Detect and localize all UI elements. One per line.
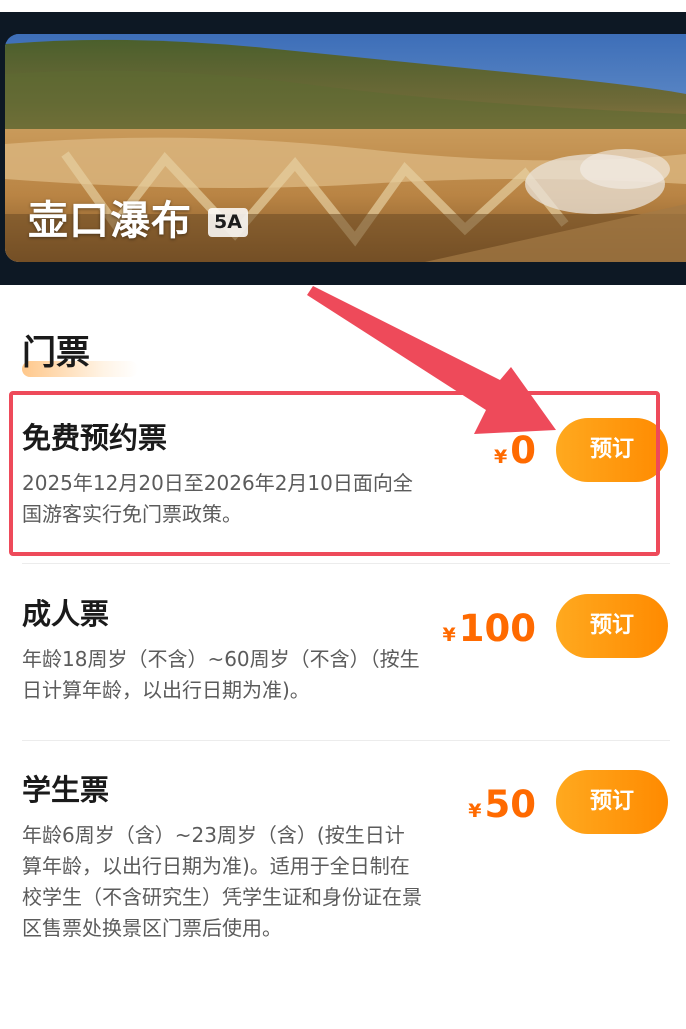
ticket-name: 学生票 [22, 773, 110, 807]
currency-symbol: ¥ [442, 624, 456, 646]
book-button[interactable]: 预订 [556, 770, 668, 834]
divider [22, 740, 670, 741]
ticket-student: 学生票 年龄6周岁（含）~23周岁（含）(按生日计算年龄，以出行日期为准)。适用… [22, 770, 670, 972]
ticket-adult: 成人票 年龄18周岁（不含）~60周岁（不含）（按生日计算年龄，以出行日期为准)… [22, 594, 670, 736]
price-value: 0 [510, 429, 536, 472]
rating-badge: 5A [208, 208, 248, 237]
book-button[interactable]: 预订 [556, 418, 668, 482]
divider [22, 563, 670, 564]
hero-banner: 壶口瀑布 5A [0, 0, 686, 285]
scenic-title: 壶口瀑布 [28, 198, 192, 244]
ticket-description: 2025年12月20日至2026年2月10日面向全国游客实行免门票政策。 [22, 471, 413, 526]
ticket-price: ¥ 50 [468, 786, 536, 823]
ticket-free-reservation: 免费预约票 2025年12月20日至2026年2月10日面向全国游客实行免门票政… [22, 418, 670, 540]
tickets-section-heading: 门票 [22, 331, 138, 377]
top-strip [0, 0, 686, 12]
ticket-price: ¥ 0 [494, 432, 536, 469]
section-title: 门票 [22, 333, 90, 373]
ticket-description: 年龄6周岁（含）~23周岁（含）(按生日计算年龄，以出行日期为准)。适用于全日制… [22, 823, 422, 940]
ticket-name: 免费预约票 [22, 421, 168, 455]
ticket-price: ¥ 100 [443, 610, 536, 647]
book-button[interactable]: 预订 [556, 594, 668, 658]
ticket-description: 年龄18周岁（不含）~60周岁（不含）（按生日计算年龄，以出行日期为准)。 [22, 647, 420, 702]
price-value: 100 [458, 607, 536, 650]
currency-symbol: ¥ [468, 800, 482, 822]
ticket-name: 成人票 [22, 597, 110, 631]
currency-symbol: ¥ [494, 446, 508, 468]
price-value: 50 [484, 783, 537, 826]
